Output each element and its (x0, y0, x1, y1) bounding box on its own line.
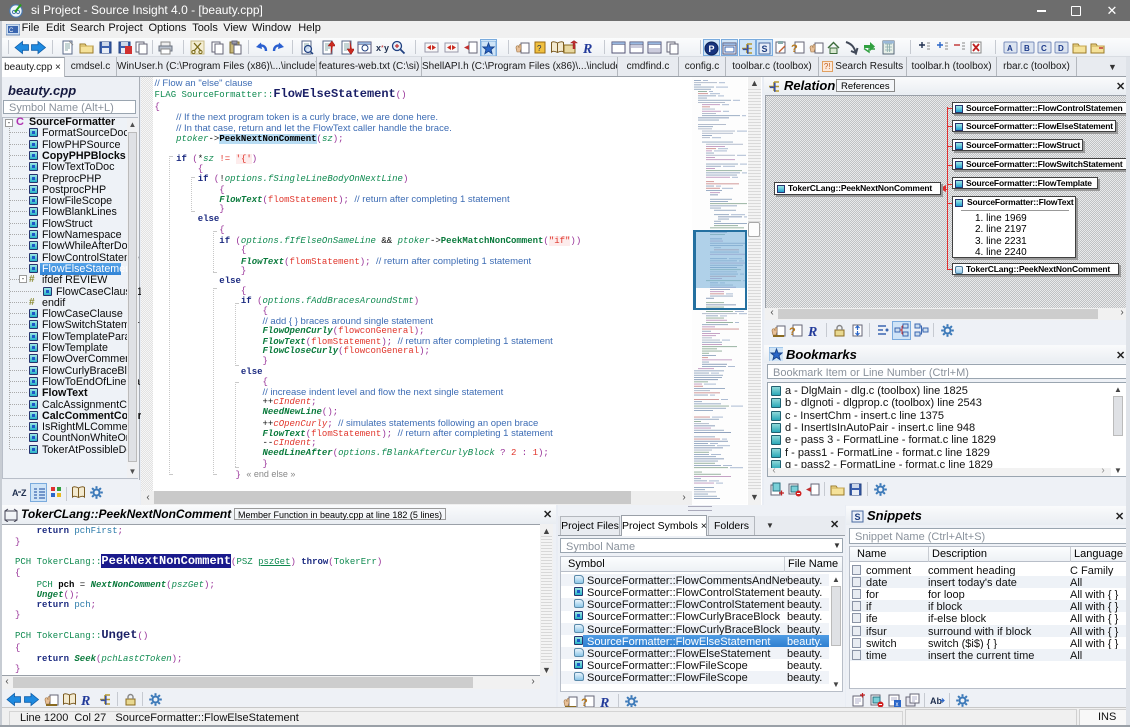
svg-text:C: C (1041, 44, 1047, 53)
svg-text:R: R (582, 42, 592, 55)
svg-text:A: A (1007, 44, 1013, 53)
svg-text:R: R (807, 325, 817, 338)
svg-text:P: P (709, 44, 715, 54)
svg-text:B: B (1024, 44, 1030, 53)
svg-text:?: ? (791, 43, 798, 55)
svg-text:S: S (855, 512, 861, 522)
svg-text:A: A (12, 488, 19, 498)
svg-text:y: y (384, 43, 389, 53)
svg-text:D: D (1058, 44, 1064, 53)
svg-text:?: ? (789, 326, 796, 338)
svg-text:S: S (762, 44, 768, 54)
svg-text:R: R (80, 694, 90, 707)
svg-text:?: ? (537, 44, 542, 53)
svg-text:C: C (9, 28, 14, 34)
svg-text:Z: Z (21, 488, 27, 498)
